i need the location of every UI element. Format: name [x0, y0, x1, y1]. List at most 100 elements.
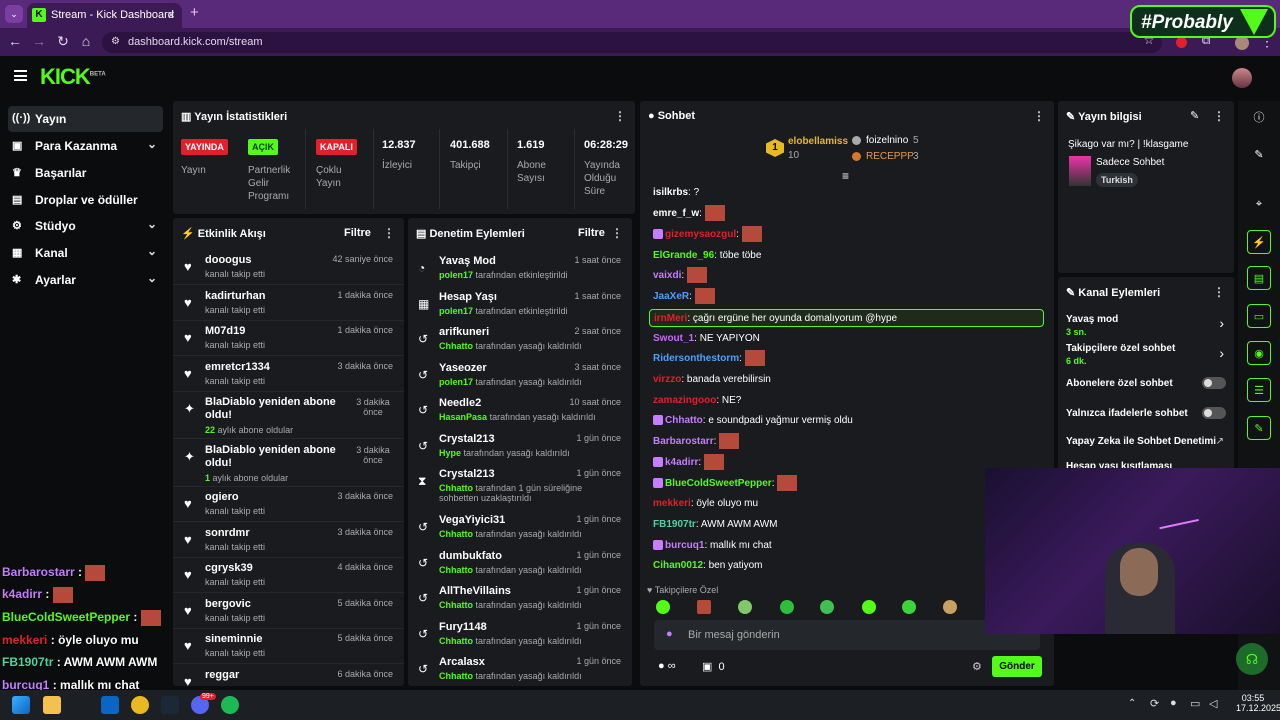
sidebar-item-droplar[interactable]: ▤ Droplar ve ödüller	[8, 187, 163, 213]
emote-icon[interactable]	[820, 600, 834, 614]
chevron-up-icon[interactable]: ⌃	[1128, 698, 1136, 709]
moderation-action[interactable]: ↺ AllTheVillains Chhatto tarafından yasa…	[408, 581, 632, 617]
chat-message[interactable]: Barbarostarr:	[653, 433, 740, 451]
microphone-icon[interactable]: ●	[666, 628, 673, 640]
more-options-icon[interactable]: ⋮	[611, 226, 623, 240]
focus-icon[interactable]: ⌖	[1247, 192, 1271, 216]
start-icon[interactable]	[12, 696, 30, 714]
more-options-icon[interactable]: ⋮	[1213, 285, 1225, 299]
activity-event[interactable]: ✦ BlaDiablo yeniden abone oldu! 22 aylık…	[173, 391, 404, 439]
moderation-action[interactable]: ↺ Fury1148 Chhatto tarafından yasağı kal…	[408, 617, 632, 653]
pencil-icon[interactable]: ✎	[1247, 143, 1271, 167]
emote-icon[interactable]	[738, 600, 752, 614]
more-options-icon[interactable]: ⋮	[614, 109, 626, 123]
browser-tab[interactable]: K Stream - Kick Dashboard ×	[27, 3, 182, 28]
activity-event[interactable]: ♥ M07d19 kanalı takip etti 1 dakika önce	[173, 320, 404, 356]
monitor-icon[interactable]: ▭	[1190, 697, 1200, 710]
tab-menu-button[interactable]: ⌄	[5, 5, 23, 23]
sidebar-item-para-kazanma[interactable]: ▣ Para Kazanma ⌄	[8, 133, 163, 159]
chat-message[interactable]: isilkrbs: ?	[653, 184, 699, 202]
chat-username[interactable]: mekkeri	[653, 498, 691, 509]
activity-event[interactable]: ♥ bergovic kanalı takip etti 5 dakika ön…	[173, 593, 404, 629]
user-avatar[interactable]	[1232, 68, 1252, 88]
chat-message[interactable]: Chhatto: e soundpadi yağmur vermiş oldu	[653, 412, 853, 430]
chat-username[interactable]: virzzo	[653, 374, 681, 385]
emote-icon[interactable]	[697, 600, 711, 614]
chat-icon[interactable]: ▭	[1247, 304, 1271, 328]
emote-icon[interactable]	[943, 600, 957, 614]
sidebar-item-basarilar[interactable]: ♛ Başarılar	[8, 160, 163, 186]
chat-message[interactable]: burcuq1: mallık mı chat	[653, 537, 772, 555]
chat-username[interactable]: gizemysaozgul	[665, 229, 736, 240]
gift-points[interactable]: ▣ 0	[702, 660, 725, 673]
emote-icon[interactable]	[902, 600, 916, 614]
sidebar-item-ayarlar[interactable]: ✱ Ayarlar ⌄	[8, 267, 163, 293]
home-icon[interactable]: ⌂	[77, 33, 95, 49]
chat-message[interactable]: BlueColdSweetPepper:	[653, 475, 798, 493]
chat-message[interactable]: virzzo: banada verebilirsin	[653, 371, 771, 389]
wrench-icon[interactable]: ✎	[1247, 416, 1271, 440]
profile-avatar[interactable]	[1235, 36, 1249, 50]
outlook-icon[interactable]	[101, 696, 119, 714]
chat-username[interactable]: BlueColdSweetPepper	[665, 478, 772, 489]
moderation-action[interactable]: ◔ Yavaş Mod polen17 tarafından etkinleşt…	[408, 251, 632, 287]
kick-logo[interactable]: KICKBETA	[40, 64, 106, 90]
chat-message[interactable]: k4adirr:	[653, 454, 724, 472]
broadcast-icon[interactable]: ◉	[1247, 341, 1271, 365]
chat-input[interactable]: ● Bir mesaj gönderin	[654, 620, 1040, 650]
moderation-action[interactable]: ↺ arifkuneri Chhatto tarafından yasağı k…	[408, 322, 632, 358]
ai-moderation-link[interactable]: Yapay Zeka ile Sohbet Denetimi	[1066, 436, 1216, 447]
volume-icon[interactable]: ◁	[1209, 697, 1217, 710]
moderation-action[interactable]: ↺ Arcalasx Chhatto tarafından yasağı kal…	[408, 652, 632, 686]
chat-message[interactable]: mekkeri: öyle oluyo mu	[653, 495, 758, 513]
activity-event[interactable]: ♥ ogiero kanalı takip etti 3 dakika önce	[173, 486, 404, 522]
moderation-action[interactable]: ↺ dumbukfato Chhatto tarafından yasağı k…	[408, 546, 632, 582]
extension-icon[interactable]	[1176, 37, 1187, 48]
chat-username[interactable]: Cihan0012	[653, 560, 703, 571]
chat-username[interactable]: emre_f_w	[653, 208, 699, 219]
moderation-action[interactable]: ⧗ Crystal213 Chhatto tarafından 1 gün sü…	[408, 464, 632, 503]
chat-username[interactable]: burcuq1	[665, 540, 704, 551]
moderation-action[interactable]: ▦ Hesap Yaşı polen17 tarafından etkinleş…	[408, 287, 632, 323]
chat-username[interactable]: ElGrande_96	[653, 250, 714, 261]
url-bar[interactable]: ⚙ dashboard.kick.com/stream	[102, 32, 1162, 53]
moderation-action[interactable]: ↺ Needle2 HasanPasa tarafından yasağı ka…	[408, 393, 632, 429]
chat-message[interactable]: JaaXeR:	[653, 288, 715, 306]
file-explorer-icon[interactable]	[43, 696, 61, 714]
chat-message[interactable]: Swout_1: NE YAPIYON	[653, 330, 760, 348]
chat-message[interactable]: irnMeri: çağrı ergüne her oyunda domalıy…	[649, 309, 1044, 327]
chat-message[interactable]: FB1907tr: AWM AWM AWM	[653, 516, 777, 534]
more-options-icon[interactable]: ⋮	[1033, 109, 1045, 123]
chat-username[interactable]: zamazingooo	[653, 395, 716, 406]
reload-icon[interactable]: ↻	[54, 33, 72, 50]
chat-username[interactable]: irnMeri	[654, 313, 687, 324]
chat-username[interactable]: vaixdi	[653, 270, 681, 281]
more-options-icon[interactable]: ⋮	[1213, 109, 1225, 123]
activity-event[interactable]: ♥ sineminnie kanalı takip etti 5 dakika …	[173, 628, 404, 664]
activity-event[interactable]: ♥ kadirturhan kanalı takip etti 1 dakika…	[173, 285, 404, 321]
close-tab-icon[interactable]: ×	[167, 7, 175, 22]
chat-username[interactable]: Swout_1	[653, 333, 694, 344]
site-info-icon[interactable]: ⚙	[111, 36, 120, 47]
back-icon[interactable]: ←	[6, 33, 24, 49]
activity-event[interactable]: ✦ BlaDiablo yeniden abone oldu! 1 aylık …	[173, 439, 404, 487]
collapse-leaderboard-icon[interactable]: ≡	[842, 169, 849, 183]
chat-username[interactable]: FB1907tr	[653, 519, 696, 530]
activity-event[interactable]: ♥ cgrysk39 kanalı takip etti 4 dakika ön…	[173, 557, 404, 593]
emote-icon[interactable]	[862, 600, 876, 614]
moderation-action[interactable]: ↺ Crystal213 Hype tarafından yasağı kald…	[408, 429, 632, 465]
new-tab-button[interactable]: +	[190, 4, 199, 21]
emote-icon[interactable]	[780, 600, 794, 614]
more-options-icon[interactable]: ⋮	[383, 226, 395, 240]
chat-username[interactable]: k4adirr	[665, 457, 698, 468]
chat-message[interactable]: Ridersonthestorm:	[653, 350, 765, 368]
followers-only-row[interactable]: Takipçilere özel sohbet 6 dk.	[1066, 343, 1175, 366]
edit-pencil-icon[interactable]: ✎	[1190, 109, 1199, 122]
clock[interactable]: 03:55 17.12.2025	[1236, 693, 1280, 713]
steam-icon[interactable]	[161, 696, 179, 714]
subs-only-toggle[interactable]	[1202, 377, 1226, 389]
chat-username[interactable]: Chhatto	[665, 415, 703, 426]
chat-username[interactable]: isilkrbs	[653, 187, 688, 198]
chat-message[interactable]: vaixdi:	[653, 267, 707, 285]
chat-settings-icon[interactable]: ⚙	[972, 660, 982, 673]
